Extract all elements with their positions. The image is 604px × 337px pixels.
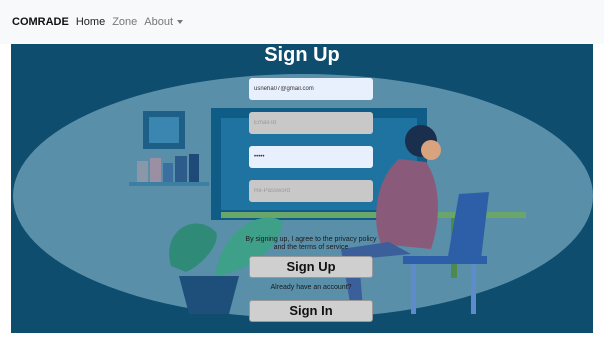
book bbox=[163, 163, 173, 182]
username-field[interactable] bbox=[249, 78, 373, 100]
plant-pot bbox=[179, 276, 239, 314]
chair-leg bbox=[411, 264, 416, 314]
repassword-field[interactable] bbox=[249, 180, 373, 202]
caret-down-icon bbox=[177, 20, 184, 25]
chair-seat bbox=[403, 256, 487, 264]
nav-dropdown-about[interactable]: About bbox=[144, 16, 184, 28]
nav-link-zone[interactable]: Zone bbox=[112, 16, 137, 28]
already-have-account-text: Already have an account? bbox=[270, 284, 352, 291]
person-face bbox=[421, 140, 441, 160]
page-title: Sign Up bbox=[264, 44, 340, 66]
book bbox=[137, 161, 148, 182]
signin-button[interactable]: Sign In bbox=[249, 300, 373, 322]
chair-leg bbox=[471, 264, 476, 314]
terms-line-1: By signing up, I agree to the privacy po… bbox=[245, 236, 377, 243]
brand-logo[interactable]: COMRADE bbox=[12, 16, 69, 28]
signup-button[interactable]: Sign Up bbox=[249, 256, 373, 278]
picture-inner bbox=[149, 117, 179, 143]
navbar: COMRADE Home Zone About bbox=[0, 0, 604, 44]
book bbox=[175, 156, 187, 182]
book bbox=[150, 158, 161, 182]
nav-link-home[interactable]: Home bbox=[76, 16, 105, 28]
terms-line-2: and the terms of service bbox=[273, 244, 349, 251]
nav-link-about-label: About bbox=[144, 16, 174, 28]
book bbox=[189, 154, 199, 182]
terms-text: By signing up, I agree to the privacy po… bbox=[191, 236, 431, 252]
signup-hero: Sign Up By signing up, I agree to the pr… bbox=[11, 44, 593, 333]
shelf bbox=[129, 182, 209, 186]
password-field[interactable] bbox=[249, 146, 373, 168]
email-field[interactable] bbox=[249, 112, 373, 134]
